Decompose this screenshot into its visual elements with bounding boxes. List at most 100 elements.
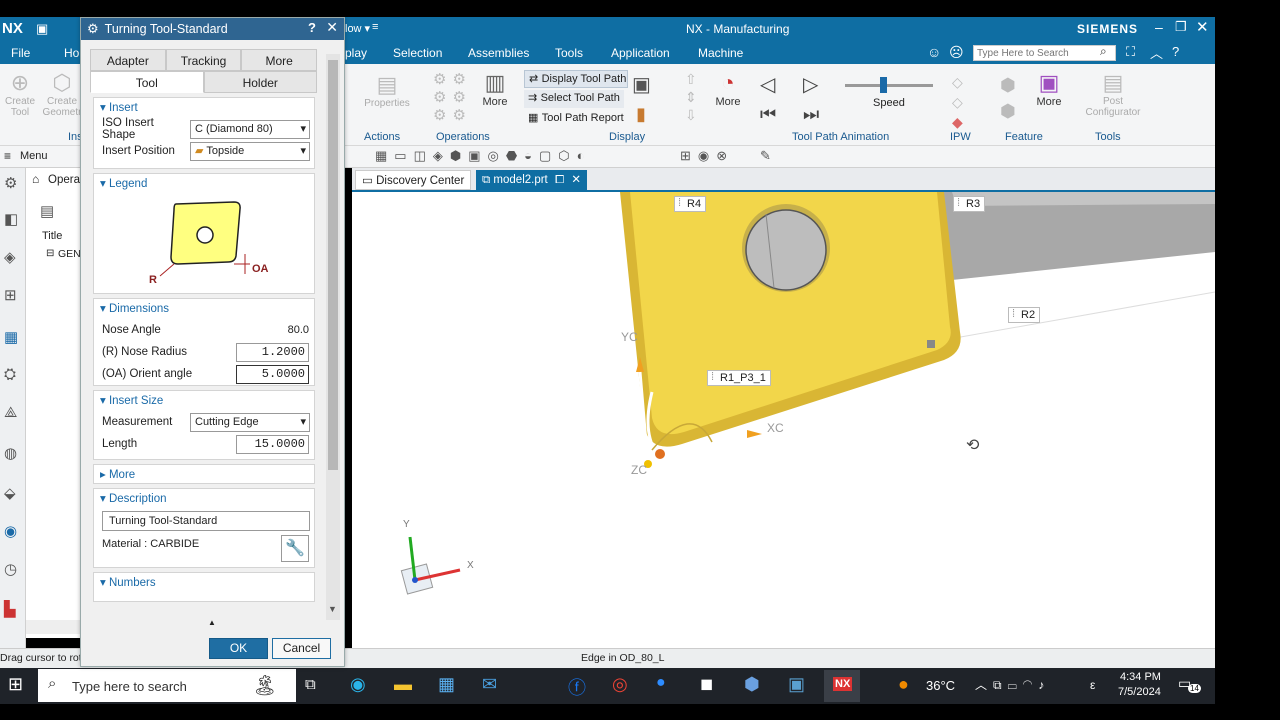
save-icon[interactable]: ▣ (36, 21, 48, 37)
tab-tools[interactable]: Tools (555, 46, 583, 60)
search-input[interactable] (973, 45, 1116, 61)
post-configurator-button[interactable]: ▤ Post Configurator (1080, 70, 1146, 118)
quick-access-icon[interactable]: ≡ (372, 21, 378, 33)
properties-button[interactable]: ▤ Properties (362, 72, 412, 109)
feature-icons[interactable]: ⬢ ⬢ (1000, 72, 1016, 124)
graphics-window[interactable]: R4 R3 R2 R1_P3_1 YC XC ZC Y X ⟲ (352, 192, 1215, 648)
tab-discovery-center[interactable]: ▭ Discovery Center (355, 170, 472, 190)
material-library-button[interactable]: 🔧 (281, 535, 309, 562)
window-dropdown[interactable]: low ▾ (345, 22, 370, 35)
tab-file[interactable]: File (11, 46, 30, 60)
more-header[interactable]: ▸ More (94, 465, 314, 485)
fullscreen-icon[interactable]: ⛶ (1126, 44, 1135, 60)
chrome-icon[interactable]: ◎ (612, 674, 628, 695)
more-display-button[interactable]: ◔ More (712, 70, 744, 108)
menu-button[interactable]: Menu (20, 150, 48, 162)
process-navigator-icon[interactable]: ⟁ (4, 404, 17, 421)
undock-icon[interactable]: ⧠ (555, 174, 564, 186)
close-tab-icon[interactable]: ✕ (571, 174, 581, 186)
scroll-down-icon[interactable]: ▼ (328, 604, 337, 614)
tab-adapter[interactable]: Adapter (90, 49, 166, 71)
label-r4[interactable]: R4 (674, 196, 707, 212)
legend-header[interactable]: ▾ Legend (94, 174, 314, 194)
frown-icon[interactable]: ☹ (949, 44, 964, 61)
tab-application[interactable]: Application (611, 46, 670, 60)
taskbar-search[interactable]: ⌕ Type here to search 🏝 (38, 669, 296, 702)
dimensions-header[interactable]: ▾ Dimensions (94, 299, 314, 319)
dialog-scroll-thumb[interactable] (328, 60, 338, 470)
select-tool-path-button[interactable]: ⇉ Select Tool Path (524, 90, 624, 108)
menu-icon[interactable]: ≡ (4, 149, 11, 163)
file-explorer-icon[interactable]: ▬ (394, 674, 412, 695)
expand-icon[interactable]: ⊟ (46, 248, 54, 259)
history-icon[interactable]: ◷ (4, 560, 17, 578)
play-forward-icon[interactable]: ▷ (803, 72, 818, 97)
tool-path-report-button[interactable]: ▦ Tool Path Report (524, 110, 628, 128)
constraint-navigator-icon[interactable]: ⊞ (4, 286, 17, 304)
hd3d-icon[interactable]: ⬙ (4, 484, 16, 502)
navigator-view-icon[interactable]: ▤ (40, 202, 54, 220)
help-icon[interactable]: ? (1172, 44, 1179, 59)
label-r2[interactable]: R2 (1008, 307, 1041, 323)
tab-home[interactable]: Ho (64, 46, 79, 60)
edge-icon[interactable]: ◉ (350, 674, 366, 695)
model-view[interactable] (352, 192, 1215, 648)
operations-icons[interactable]: ⚙⚙ ⚙⚙ ⚙⚙ (433, 70, 472, 124)
navigator-scrollbar[interactable] (26, 620, 86, 634)
tab-assemblies[interactable]: Assemblies (468, 46, 529, 60)
mcs-toolbar-icons[interactable]: ⊞◉⊗ (680, 148, 734, 164)
clock-date[interactable]: 7/5/2024 (1118, 686, 1161, 698)
settings-icon[interactable]: ⚙ (4, 174, 17, 192)
length-input[interactable]: 15.0000 (236, 434, 309, 454)
label-r3[interactable]: R3 (953, 196, 986, 212)
minimize-icon[interactable]: – (1155, 19, 1163, 35)
palette-icon[interactable]: ▙ (4, 600, 16, 618)
create-geometry-button[interactable]: ⬡ Create Geometr (42, 70, 82, 118)
insert-header[interactable]: ▾ Insert (94, 98, 314, 118)
tab-display[interactable]: play (345, 46, 367, 60)
close-icon[interactable]: ✕ (1196, 18, 1209, 36)
restore-icon[interactable]: ❐ (1175, 19, 1187, 35)
description-input[interactable]: Turning Tool-Standard (102, 511, 310, 531)
more-feature-button[interactable]: ▣ More (1034, 70, 1064, 108)
solidworks-icon[interactable]: ⬢ (744, 674, 760, 695)
speed-slider[interactable] (845, 84, 933, 87)
search-icon[interactable]: ⌕ (1100, 44, 1107, 59)
tab-machine[interactable]: Machine (698, 46, 743, 60)
task-view-icon[interactable]: ⧉ (305, 676, 316, 693)
dialog-close-icon[interactable]: ✕ (326, 19, 338, 36)
windows-start-icon[interactable]: ⊞ (8, 674, 23, 695)
orient-angle-input[interactable]: 5.0000 (236, 364, 309, 384)
part-navigator-icon[interactable]: ◧ (4, 210, 18, 228)
measure-icon[interactable]: ✎ (760, 148, 771, 164)
language-icon[interactable]: ε (1090, 678, 1095, 692)
create-tool-button[interactable]: ⊕ Create Tool (3, 70, 37, 118)
dialog-help-icon[interactable]: ? (308, 20, 316, 35)
store-icon[interactable]: ▦ (438, 674, 455, 695)
tab-model2[interactable]: ⧉ model2.prt ⧠ ✕ (476, 170, 588, 192)
ok-button[interactable]: OK (209, 638, 268, 659)
label-r1-p3-1[interactable]: R1_P3_1 (707, 370, 771, 386)
iso-shape-select[interactable]: C (Diamond 80) (190, 119, 310, 139)
numbers-header[interactable]: ▾ Numbers (94, 573, 314, 593)
nose-radius-input[interactable]: 1.2000 (236, 342, 309, 362)
tab-tracking[interactable]: Tracking (165, 49, 242, 71)
web-browser-icon[interactable]: ◉ (4, 522, 17, 540)
tab-selection[interactable]: Selection (393, 46, 442, 60)
insert-position-select[interactable]: ▰ Topside (190, 141, 310, 161)
view-toolbar-icons[interactable]: ▦▭◫◈⬢▣◎⬣◒▢⬡◐ (375, 148, 592, 164)
step-arrows-icons[interactable]: ⇧ ⇕ ⇩ (685, 70, 697, 124)
ipw-icons[interactable]: ◇ ◇ ◆ (952, 72, 963, 132)
system-tray-icons[interactable]: ︿⧉▭◠♪ (975, 676, 1050, 693)
operation-navigator-icon[interactable]: ▦ (4, 328, 18, 346)
weather-temp[interactable]: 36°C (926, 678, 955, 693)
display-tool-path-button[interactable]: ⇄ Display Tool Path (524, 70, 628, 88)
tab-tool[interactable]: Tool (90, 71, 204, 93)
mail-icon[interactable]: ✉ (482, 674, 497, 695)
dialog-scrollbar[interactable]: ▼ (326, 54, 340, 620)
more-operations-button[interactable]: ▥ More (480, 70, 510, 108)
verify-icon[interactable]: ▣ (632, 72, 651, 97)
speed-slider-handle[interactable] (880, 77, 887, 93)
machine-navigator-icon[interactable]: ⛭ (4, 366, 16, 383)
app-icon[interactable]: ◼ (700, 674, 713, 694)
